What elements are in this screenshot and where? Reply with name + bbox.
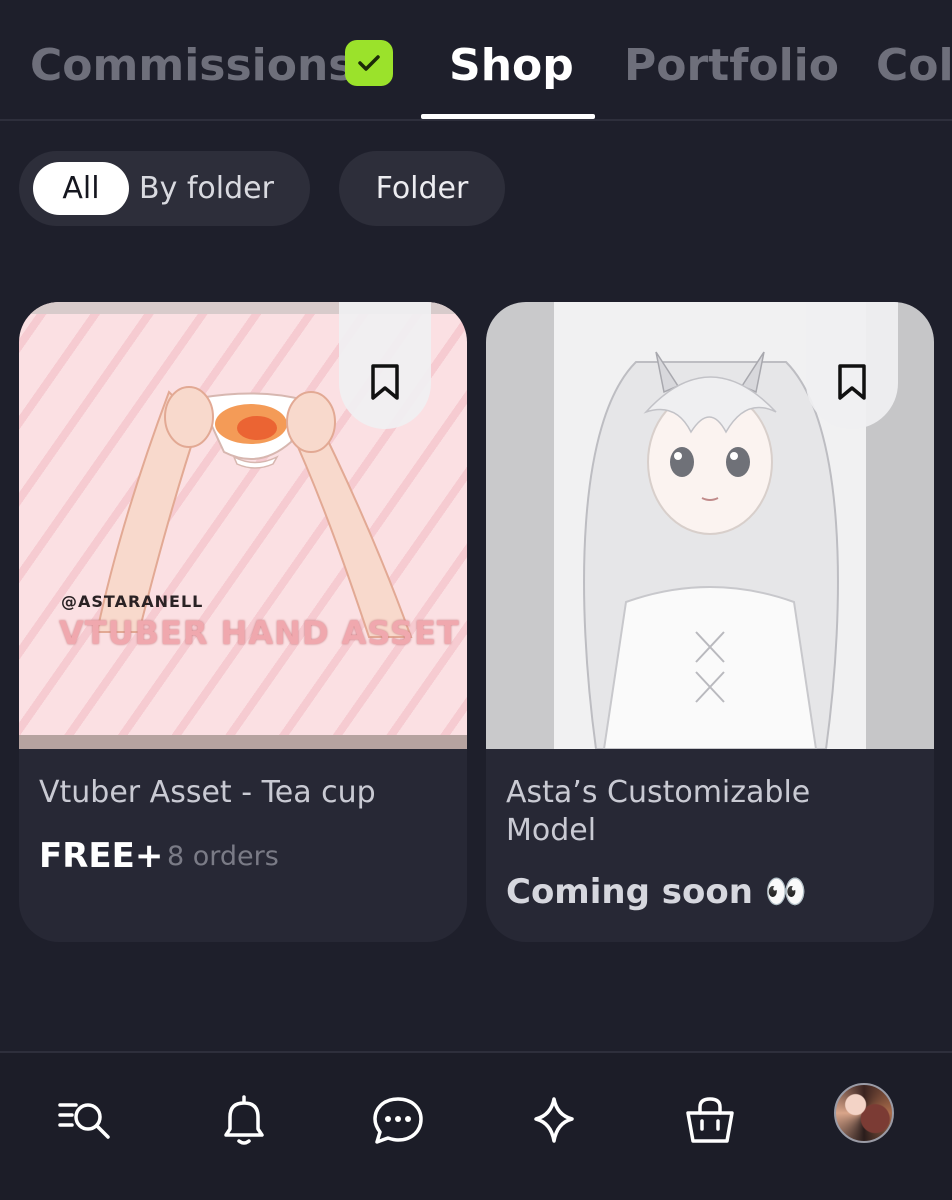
filter-toggle-group: All By folder: [19, 151, 310, 226]
tab-shop[interactable]: Shop: [449, 38, 574, 94]
tab-portfolio-label: Portfolio: [624, 40, 839, 91]
bag-icon[interactable]: [680, 1091, 740, 1151]
bookmark-button[interactable]: [339, 302, 431, 429]
image-bottom-strip: [19, 735, 467, 749]
folder-dropdown-chip[interactable]: Folder: [339, 151, 505, 226]
active-tab-indicator: [421, 114, 595, 119]
product-card[interactable]: @ASTARANELL VTUBER HAND ASSET Vtuber Ass…: [19, 302, 467, 942]
tab-commissions[interactable]: Commissions: [30, 38, 355, 94]
filter-all-chip[interactable]: All: [33, 162, 129, 215]
bookmark-icon: [838, 364, 866, 400]
watermark-title: VTUBER HAND ASSET: [59, 614, 460, 652]
watermark-handle: @ASTARANELL: [61, 592, 204, 611]
product-status: Coming soon 👀: [506, 872, 808, 912]
tab-shop-label: Shop: [449, 40, 574, 91]
tab-commissions-label: Commissions: [30, 40, 355, 91]
sparkle-icon[interactable]: [524, 1091, 584, 1151]
product-title[interactable]: Vtuber Asset - Tea cup: [39, 774, 439, 812]
profile-tabs: Commissions Shop Portfolio Col: [0, 0, 952, 121]
bookmark-button[interactable]: [806, 302, 898, 429]
chat-icon[interactable]: [368, 1091, 428, 1151]
product-orders: 8 orders: [167, 841, 279, 872]
tab-collections[interactable]: Col: [876, 38, 952, 94]
tab-portfolio[interactable]: Portfolio: [624, 38, 839, 94]
product-title[interactable]: Asta’s Customizable Model: [506, 774, 906, 850]
filter-by-folder-chip[interactable]: By folder: [139, 162, 274, 215]
search-list-icon[interactable]: [56, 1091, 116, 1151]
tab-collections-label: Col: [876, 40, 952, 91]
bottom-navigation: [0, 1051, 952, 1200]
bookmark-icon: [371, 364, 399, 400]
bell-icon[interactable]: [214, 1091, 274, 1151]
avatar[interactable]: [834, 1083, 894, 1143]
product-card[interactable]: Asta’s Customizable Model Coming soon 👀: [486, 302, 934, 942]
product-price: FREE+: [39, 836, 164, 876]
check-icon: [345, 40, 393, 86]
